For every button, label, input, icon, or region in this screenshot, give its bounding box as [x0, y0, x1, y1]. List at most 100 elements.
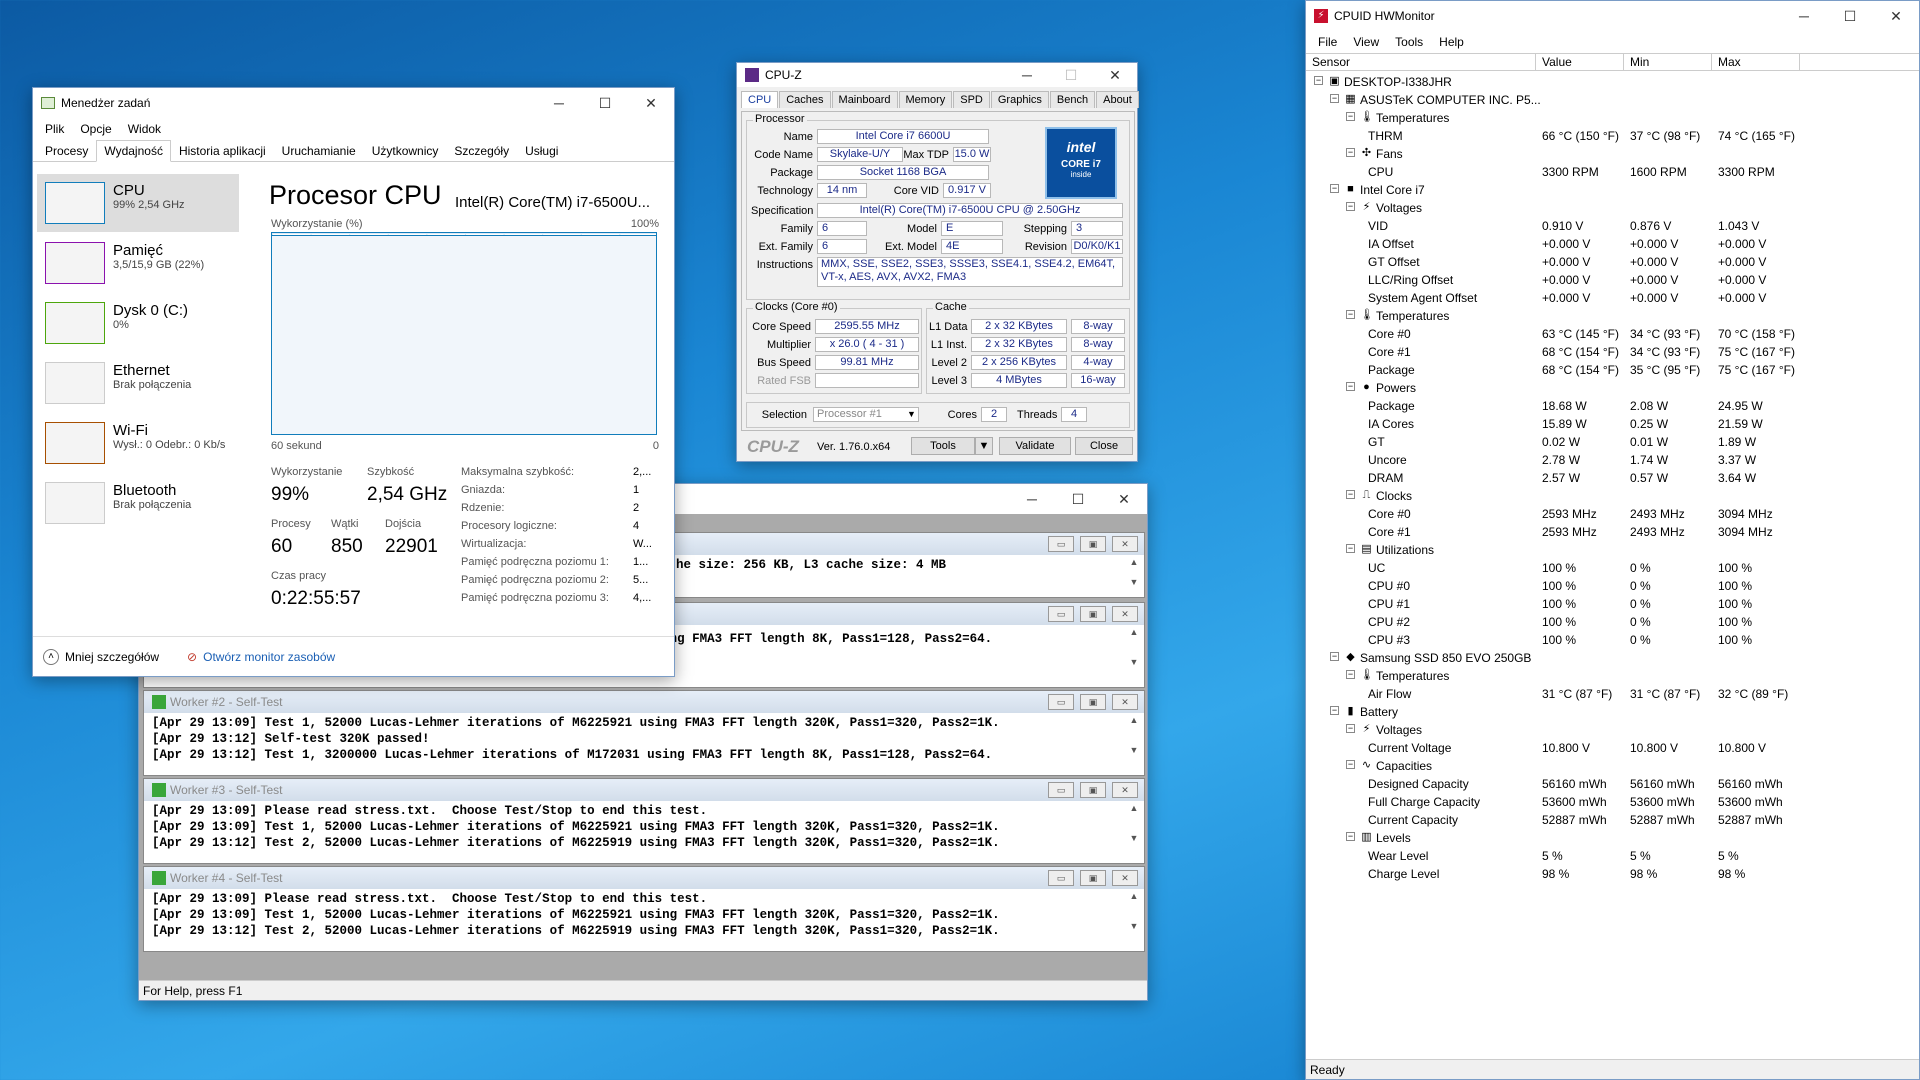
sensor-row[interactable]: GT 0.02 W 0.01 W 1.89 W [1306, 433, 1920, 451]
worker-minimize-icon[interactable]: ▭ [1048, 606, 1074, 622]
menu-plik[interactable]: Plik [37, 122, 72, 136]
task-manager-titlebar[interactable]: Menedżer zadań ─ ☐ ✕ [33, 88, 674, 118]
minimize-icon[interactable]: ─ [1009, 484, 1055, 514]
scrollbar[interactable]: ▲ ▼ [1126, 891, 1142, 949]
sensor-group-row[interactable]: − ▥ Levels [1306, 829, 1920, 847]
worker-restore-icon[interactable]: ▣ [1080, 782, 1106, 798]
tab-uslugi[interactable]: Usługi [517, 140, 566, 161]
chevron-up-icon[interactable]: ˄ [43, 648, 59, 665]
tree-collapse-icon[interactable]: − [1346, 544, 1355, 553]
sidebar-item-bluetooth[interactable]: Bluetooth Brak połączenia [37, 474, 239, 532]
sidebar-item-cpu[interactable]: CPU 99% 2,54 GHz [37, 174, 239, 232]
open-resource-monitor-link[interactable]: Otwórz monitor zasobów [203, 650, 335, 664]
minimize-icon[interactable]: ─ [536, 88, 582, 118]
tree-collapse-icon[interactable]: − [1346, 310, 1355, 319]
column-value[interactable]: Value [1536, 54, 1624, 70]
tools-dropdown-icon[interactable]: ▼ [975, 437, 993, 455]
cpuz-titlebar[interactable]: CPU-Z ─ ☐ ✕ [737, 63, 1137, 87]
sensor-row[interactable]: DRAM 2.57 W 0.57 W 3.64 W [1306, 469, 1920, 487]
tree-collapse-icon[interactable]: − [1346, 832, 1355, 841]
maximize-icon[interactable]: ☐ [1055, 484, 1101, 514]
worker-restore-icon[interactable]: ▣ [1080, 694, 1106, 710]
tree-collapse-icon[interactable]: − [1330, 94, 1339, 103]
close-icon[interactable]: ✕ [628, 88, 674, 118]
cpuz-window[interactable]: CPU-Z ─ ☐ ✕ CPU Caches Mainboard Memory … [736, 62, 1139, 462]
worker-window-4[interactable]: Worker #4 - Self-Test ▭ ▣ ✕ [Apr 29 13:09] P… [143, 866, 1145, 952]
sensor-row[interactable]: System Agent Offset +0.000 V +0.000 V +0.00… [1306, 289, 1920, 307]
sensor-group-row[interactable]: − ▣ DESKTOP-I338JHR [1306, 73, 1920, 91]
worker-minimize-icon[interactable]: ▭ [1048, 870, 1074, 886]
menu-widok[interactable]: Widok [120, 122, 169, 136]
tree-collapse-icon[interactable]: − [1330, 184, 1339, 193]
sensor-row[interactable]: VID 0.910 V 0.876 V 1.043 V [1306, 217, 1920, 235]
worker-minimize-icon[interactable]: ▭ [1048, 536, 1074, 552]
sensor-row[interactable]: Current Voltage 10.800 V 10.800 V 10.800 V [1306, 739, 1920, 757]
tree-collapse-icon[interactable]: − [1346, 112, 1355, 121]
sensor-row[interactable]: Charge Level 98 % 98 % 98 % [1306, 865, 1920, 883]
sidebar-item-wi-fi[interactable]: Wi-Fi Wysł.: 0 Odebr.: 0 Kb/s [37, 414, 239, 472]
validate-button[interactable]: Validate [999, 437, 1071, 455]
menu-opcje[interactable]: Opcje [72, 122, 119, 136]
sensor-group-row[interactable]: − ◆ Samsung SSD 850 EVO 250GB [1306, 649, 1920, 667]
maximize-icon[interactable]: ☐ [582, 88, 628, 118]
worker-minimize-icon[interactable]: ▭ [1048, 694, 1074, 710]
sensor-row[interactable]: CPU #0 100 % 0 % 100 % [1306, 577, 1920, 595]
tab-procesy[interactable]: Procesy [37, 140, 96, 161]
scrollbar[interactable]: ▲ ▼ [1126, 627, 1142, 685]
tab-caches[interactable]: Caches [779, 91, 831, 108]
menu-help[interactable]: Help [1431, 35, 1472, 49]
sidebar-item-dysk-0-c-[interactable]: Dysk 0 (C:) 0% [37, 294, 239, 352]
scrollbar[interactable]: ▲ ▼ [1126, 715, 1142, 773]
sensor-row[interactable]: Current Capacity 52887 mWh 52887 mWh 52887 … [1306, 811, 1920, 829]
tree-collapse-icon[interactable]: − [1346, 670, 1355, 679]
sensor-group-row[interactable]: − ▤ Utilizations [1306, 541, 1920, 559]
sensor-row[interactable]: THRM 66 °C (150 °F) 37 °C (98 °F) 74 °C (16… [1306, 127, 1920, 145]
close-button[interactable]: Close [1075, 437, 1133, 455]
close-icon[interactable]: ✕ [1101, 484, 1147, 514]
worker-close-icon[interactable]: ✕ [1112, 536, 1138, 552]
sensor-group-row[interactable]: − ✣ Fans [1306, 145, 1920, 163]
sensor-row[interactable]: Package 68 °C (154 °F) 35 °C (95 °F) 75 °C … [1306, 361, 1920, 379]
hwmonitor-titlebar[interactable]: ⚡ CPUID HWMonitor ─ ☐ ✕ [1306, 1, 1919, 31]
sensor-row[interactable]: CPU #2 100 % 0 % 100 % [1306, 613, 1920, 631]
tree-collapse-icon[interactable]: − [1346, 148, 1355, 157]
sensor-row[interactable]: UC 100 % 0 % 100 % [1306, 559, 1920, 577]
scrollbar[interactable]: ▲ ▼ [1126, 803, 1142, 861]
column-max[interactable]: Max [1712, 54, 1800, 70]
column-sensor[interactable]: Sensor [1306, 54, 1536, 70]
sensor-group-row[interactable]: − ⚡ Voltages [1306, 199, 1920, 217]
scrollbar[interactable]: ▲ ▼ [1126, 557, 1142, 595]
sensor-row[interactable]: Air Flow 31 °C (87 °F) 31 °C (87 °F) 32 °C … [1306, 685, 1920, 703]
sidebar-item-pami-[interactable]: Pamięć 3,5/15,9 GB (22%) [37, 234, 239, 292]
sensor-group-row[interactable]: − 🌡 Temperatures [1306, 667, 1920, 685]
sensor-row[interactable]: Package 18.68 W 2.08 W 24.95 W [1306, 397, 1920, 415]
sensor-group-row[interactable]: − ⎍ Clocks [1306, 487, 1920, 505]
sensor-row[interactable]: Core #0 63 °C (145 °F) 34 °C (93 °F) 70 °C … [1306, 325, 1920, 343]
tree-collapse-icon[interactable]: − [1346, 760, 1355, 769]
tree-collapse-icon[interactable]: − [1330, 706, 1339, 715]
tab-uruchamianie[interactable]: Uruchamianie [274, 140, 364, 161]
sensor-row[interactable]: Uncore 2.78 W 1.74 W 3.37 W [1306, 451, 1920, 469]
tree-collapse-icon[interactable]: − [1346, 382, 1355, 391]
tab-bench[interactable]: Bench [1049, 91, 1096, 108]
sensor-row[interactable]: IA Cores 15.89 W 0.25 W 21.59 W [1306, 415, 1920, 433]
sensor-row[interactable]: Wear Level 5 % 5 % 5 % [1306, 847, 1920, 865]
menu-file[interactable]: File [1310, 35, 1345, 49]
close-icon[interactable]: ✕ [1873, 1, 1919, 31]
sensor-row[interactable]: Core #1 2593 MHz 2493 MHz 3094 MHz [1306, 523, 1920, 541]
sensor-group-row[interactable]: − 🌡 Temperatures [1306, 109, 1920, 127]
sensor-group-row[interactable]: − ⚡ Voltages [1306, 721, 1920, 739]
tree-collapse-icon[interactable]: − [1346, 202, 1355, 211]
column-min[interactable]: Min [1624, 54, 1712, 70]
tree-collapse-icon[interactable]: − [1346, 724, 1355, 733]
minimize-icon[interactable]: ─ [1781, 1, 1827, 31]
processor-select[interactable]: Processor #1 [813, 407, 919, 422]
sensor-row[interactable]: CPU #1 100 % 0 % 100 % [1306, 595, 1920, 613]
sensor-row[interactable]: LLC/Ring Offset +0.000 V +0.000 V +0.000 V [1306, 271, 1920, 289]
tab-historia-aplikacji[interactable]: Historia aplikacji [171, 140, 274, 161]
worker-close-icon[interactable]: ✕ [1112, 694, 1138, 710]
worker-restore-icon[interactable]: ▣ [1080, 870, 1106, 886]
tab-about[interactable]: About [1096, 91, 1139, 108]
tab-spd[interactable]: SPD [953, 91, 990, 108]
sensor-row[interactable]: CPU #3 100 % 0 % 100 % [1306, 631, 1920, 649]
